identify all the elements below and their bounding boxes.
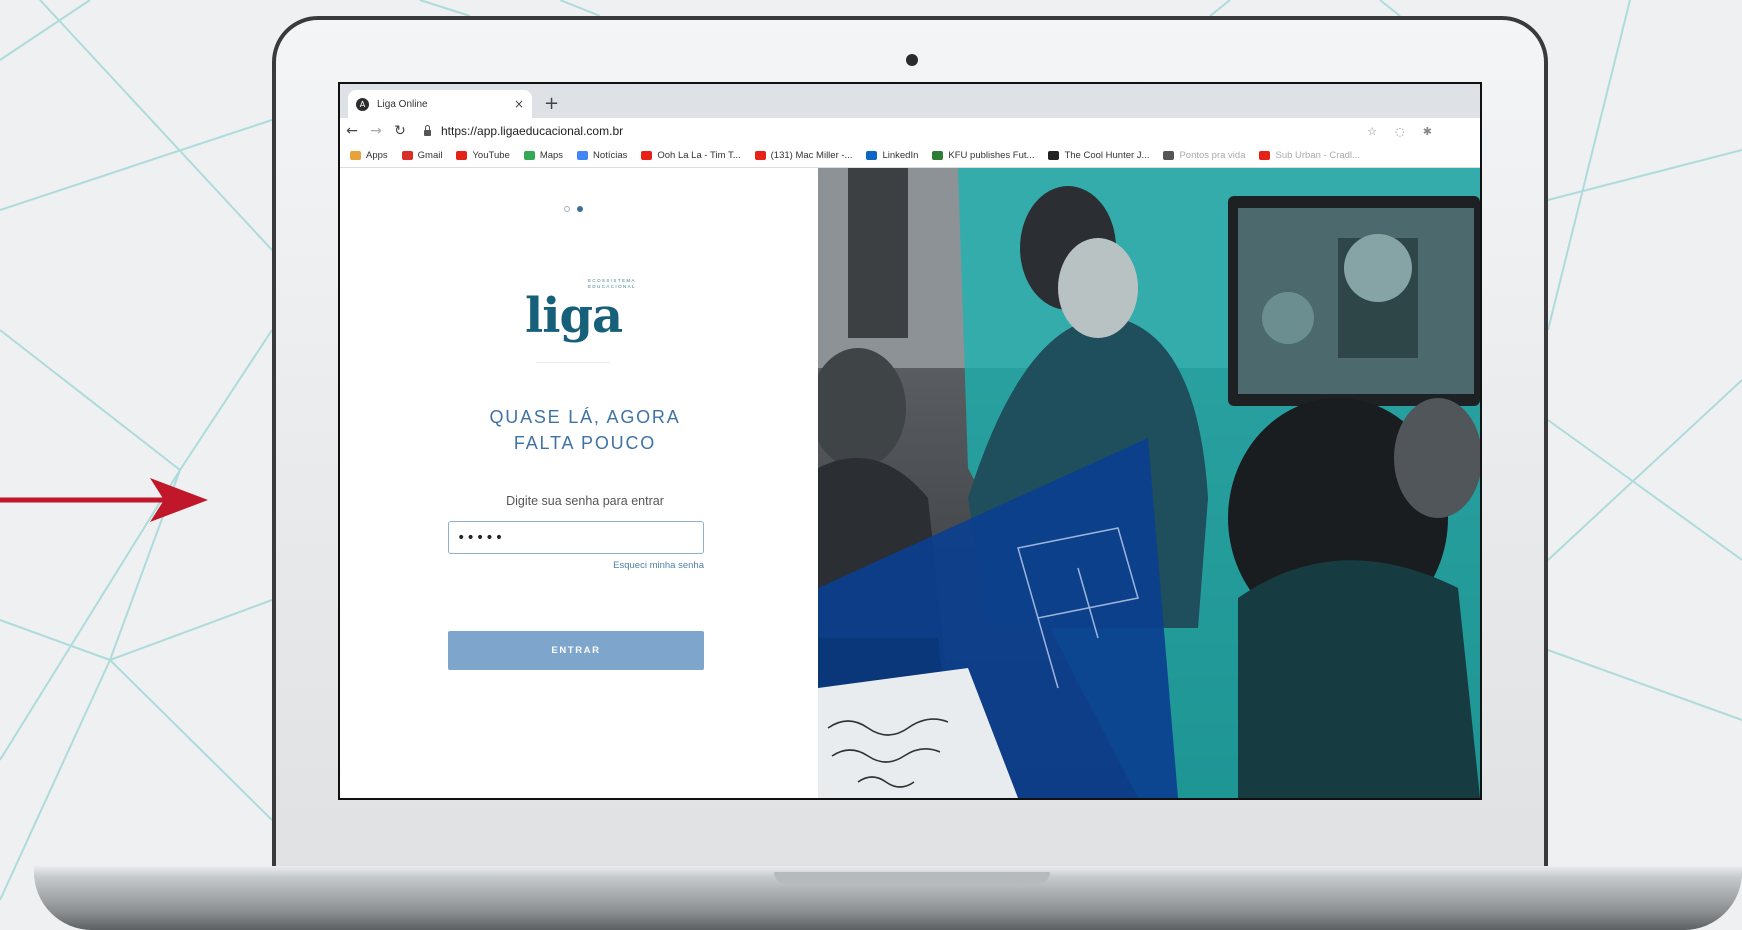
bookmark-label: Notícias — [593, 150, 628, 161]
close-tab-icon[interactable]: × — [514, 97, 524, 111]
bookmark-label: YouTube — [472, 150, 510, 161]
bookmark-label: Maps — [539, 150, 564, 161]
forgot-password-link[interactable]: Esqueci minha senha — [448, 560, 704, 571]
bookmark-label: Apps — [366, 150, 388, 161]
bookmark-label: LinkedIn — [882, 150, 919, 161]
youtube-icon — [456, 151, 468, 160]
reload-icon[interactable]: ↻ — [388, 123, 412, 139]
bookmark-star-icon[interactable]: ☆ — [1367, 125, 1377, 138]
tab-title: Liga Online — [377, 98, 428, 110]
forward-arrow-icon[interactable]: → — [364, 123, 388, 139]
c-icon — [1048, 151, 1060, 160]
news-icon — [577, 151, 589, 160]
carousel-dots — [564, 206, 583, 212]
new-tab-button[interactable]: + — [544, 90, 559, 118]
bookmark-item[interactable]: Sub Urban - Cradl... — [1259, 150, 1360, 161]
bookmarks-bar: Apps Gmail YouTube Maps Notícias Ooh La La - … — [340, 144, 1480, 168]
apps-grid-icon — [350, 151, 361, 160]
hero-photo-illustration — [818, 168, 1480, 798]
address-bar[interactable]: https://app.ligaeducacional.com.br — [424, 120, 1444, 142]
globe-icon — [1163, 151, 1175, 160]
browser-tab[interactable]: A Liga Online × — [348, 90, 532, 118]
url-text: https://app.ligaeducacional.com.br — [441, 124, 624, 138]
bookmark-item[interactable]: (131) Mac Miller -... — [754, 150, 853, 161]
laptop-screen: A Liga Online × + ← → ↻ https://app.liga… — [340, 84, 1480, 798]
back-arrow-icon[interactable]: ← — [340, 123, 364, 139]
bookmark-item[interactable]: KFU publishes Fut... — [932, 150, 1034, 161]
angular-favicon-icon: A — [356, 97, 369, 111]
bookmark-item[interactable]: Pontos pra vida — [1163, 150, 1245, 161]
carousel-dot-1[interactable] — [564, 206, 570, 212]
password-prompt: Digite sua senha para entrar — [506, 494, 664, 508]
logo-wordmark: liga — [525, 288, 623, 344]
bookmark-label: Pontos pra vida — [1179, 150, 1246, 161]
bookmark-item[interactable]: Notícias — [577, 150, 627, 161]
logo-divider — [536, 362, 610, 363]
extension-circle-icon[interactable]: ◌ — [1395, 125, 1405, 138]
extensions-puzzle-icon[interactable]: ✱ — [1423, 125, 1432, 138]
enter-button[interactable]: ENTRAR — [448, 631, 704, 670]
bookmark-label: (131) Mac Miller -... — [770, 150, 853, 161]
browser-tabstrip: A Liga Online × + — [340, 84, 1480, 118]
liga-logo: ECOSSISTEMA EDUCACIONAL liga — [525, 278, 645, 344]
bookmark-label: Sub Urban - Cradl... — [1275, 150, 1360, 161]
laptop-hinge-notch — [774, 872, 1050, 884]
carousel-dot-2[interactable] — [577, 206, 583, 212]
toolbar-actions: ☆ ◌ ✱ — [1367, 118, 1432, 144]
bookmark-item[interactable]: YouTube — [456, 150, 510, 161]
bookmark-item[interactable]: Apps — [350, 150, 388, 161]
bookmark-item[interactable]: LinkedIn — [866, 150, 918, 161]
bookmark-item[interactable]: The Cool Hunter J... — [1048, 150, 1149, 161]
gmail-icon — [401, 151, 413, 160]
youtube-icon — [1259, 151, 1271, 160]
pointer-arrow — [0, 478, 208, 522]
youtube-icon — [754, 151, 766, 160]
bookmark-label: KFU publishes Fut... — [948, 150, 1035, 161]
youtube-icon — [641, 151, 653, 160]
password-field[interactable] — [448, 521, 704, 554]
webcam — [906, 54, 918, 66]
hero-photo — [818, 168, 1480, 798]
login-panel: ECOSSISTEMA EDUCACIONAL liga QUASE LÁ, A… — [340, 168, 818, 798]
bookmark-item[interactable]: Gmail — [401, 150, 443, 161]
bookmark-item[interactable]: Ooh La La - Tim T... — [641, 150, 741, 161]
lock-icon — [424, 125, 431, 136]
bookmark-label: Ooh La La - Tim T... — [657, 150, 741, 161]
bookmark-item[interactable]: Maps — [523, 150, 564, 161]
page-heading: QUASE LÁ, AGORA FALTA POUCO — [489, 407, 681, 453]
maps-icon — [523, 151, 535, 160]
linkedin-icon — [866, 151, 878, 160]
bookmark-label: The Cool Hunter J... — [1064, 150, 1150, 161]
browser-toolbar: ← → ↻ https://app.ligaeducacional.com.br… — [340, 118, 1480, 144]
kfu-icon — [932, 151, 944, 160]
bookmark-label: Gmail — [417, 150, 443, 161]
